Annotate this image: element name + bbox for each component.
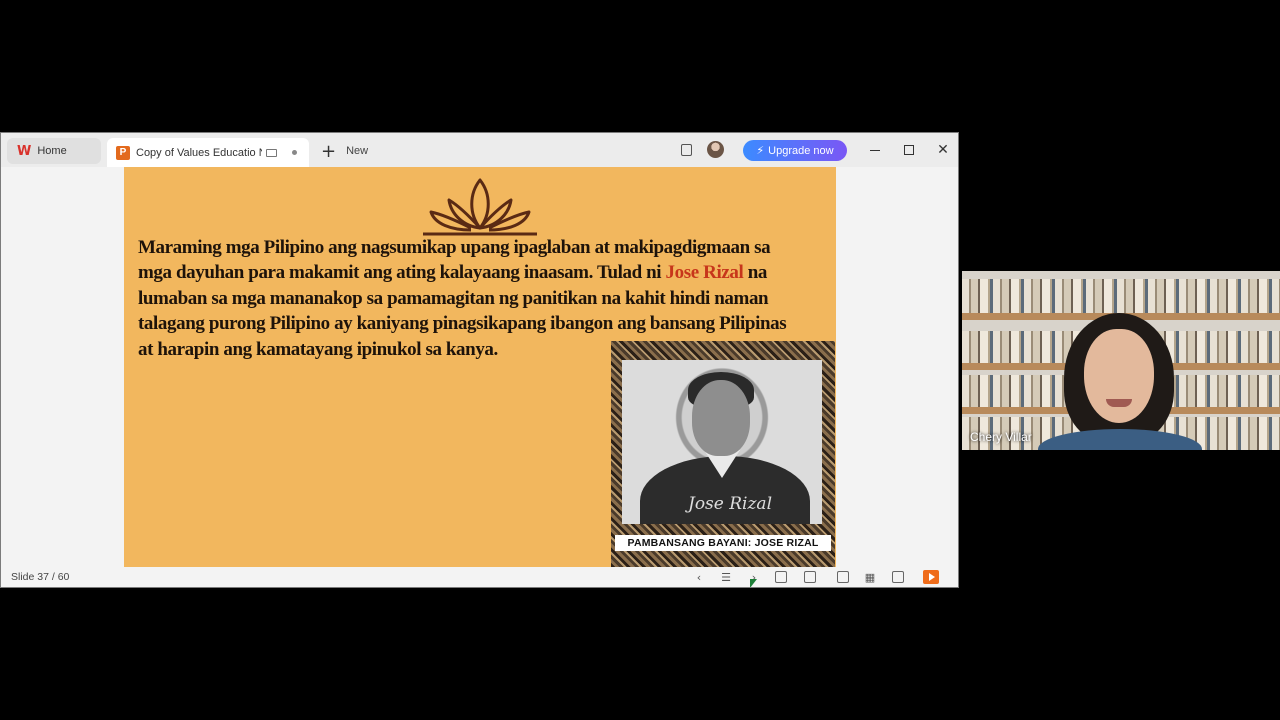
previous-slide-button[interactable]: ‹ [693,571,705,584]
notes-icon[interactable] [775,571,787,583]
participant-person [1038,313,1202,450]
minimize-icon [870,149,880,151]
title-bar: W Home P Copy of Values Educatio Nat + N… [1,133,958,167]
mouse-cursor-icon [750,579,757,587]
tab-home[interactable]: W Home [7,138,101,164]
slide-counter: Slide 37 / 60 [11,571,70,583]
participant-name: Chery Villar [970,430,1032,444]
reading-view-icon[interactable] [892,571,904,583]
unsaved-dot-icon[interactable] [292,150,297,155]
portrait-photo: Jose Rizal [622,360,822,524]
maximize-icon [904,145,914,155]
wps-logo-icon: W [17,143,32,159]
portrait-caption: PAMBANSANG BAYANI: JOSE RIZAL [615,535,831,551]
outline-list-icon[interactable]: ☰ [720,571,732,584]
upgrade-button[interactable]: ⚡ Upgrade now [743,140,847,161]
normal-view-icon[interactable] [837,571,849,583]
tab-document-label: Copy of Values Educatio Nat [136,146,262,159]
slideshow-icon[interactable] [923,570,939,584]
slide-highlight-name: Jose Rizal [665,262,744,284]
plus-icon: + [321,140,337,162]
close-icon: ✕ [937,142,949,158]
slide-canvas[interactable]: Maraming mga Pilipino ang nagsumikap upa… [124,167,836,567]
new-tab-button[interactable]: + New [317,138,377,164]
presentation-window: W Home P Copy of Values Educatio Nat + N… [0,132,959,588]
grid-view-icon[interactable]: ▦ [864,571,876,584]
lightning-icon: ⚡ [756,144,765,157]
upgrade-label: Upgrade now [768,144,834,157]
monitor-icon [266,148,277,157]
comment-icon[interactable] [804,571,816,583]
status-bar: Slide 37 / 60 ‹ ☰ › ▦ [1,567,958,587]
new-tab-label: New [346,145,369,157]
tab-home-label: Home [37,145,67,157]
minimize-button[interactable] [866,141,884,159]
copy-icon[interactable] [681,144,692,156]
close-button[interactable]: ✕ [934,141,952,159]
tab-document[interactable]: P Copy of Values Educatio Nat [107,138,309,167]
portrait-image: Jose Rizal PAMBANSANG BAYANI: JOSE RIZAL [611,341,835,567]
presentation-file-icon: P [116,145,130,160]
avatar-icon[interactable] [707,141,724,158]
maximize-button[interactable] [900,141,918,159]
lotus-icon [423,178,537,236]
portrait-signature: Jose Rizal [688,494,773,514]
participant-video[interactable]: Chery Villar [962,271,1280,450]
